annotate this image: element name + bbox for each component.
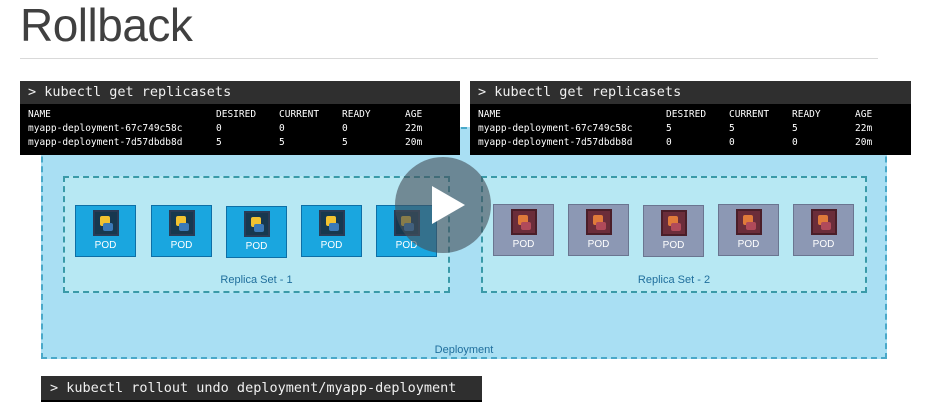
table-cell: 5 [216, 137, 222, 148]
column-header: CURRENT [279, 109, 320, 120]
pod-label: POD [170, 240, 193, 251]
pod: POD [718, 204, 779, 256]
table-row: myapp-deployment-7d57dbdb8d 5 5 5 20m [28, 136, 452, 150]
pod-label: POD [737, 239, 760, 250]
python-icon [586, 209, 612, 235]
python-icon [169, 210, 195, 236]
pod-label: POD [812, 239, 835, 250]
python-icon [319, 210, 345, 236]
table-header: NAME DESIRED CURRENT READY AGE [28, 108, 452, 122]
table-cell: 0 [792, 137, 798, 148]
pod: POD [226, 206, 287, 258]
table-header: NAME DESIRED CURRENT READY AGE [478, 108, 903, 122]
pod-label: POD [662, 240, 685, 251]
pod: POD [793, 204, 854, 256]
python-icon [244, 211, 270, 237]
table-cell: 22m [855, 123, 873, 134]
rollout-command-bar: > kubectl rollout undo deployment/myapp-… [41, 376, 482, 402]
python-icon [661, 210, 687, 236]
pod: POD [493, 204, 554, 256]
python-icon [93, 210, 119, 236]
column-header: AGE [405, 109, 423, 120]
table-cell: 5 [792, 123, 798, 134]
pod-label: POD [94, 240, 117, 251]
deployment-label: Deployment [434, 344, 494, 356]
column-header: DESIRED [216, 109, 257, 120]
pod: POD [643, 205, 704, 257]
pod: POD [301, 205, 362, 257]
table-cell: 0 [342, 123, 348, 134]
table-cell: 0 [666, 137, 672, 148]
table-cell: 5 [342, 137, 348, 148]
slide-title: Rollback [20, 0, 193, 51]
table-cell: 5 [729, 123, 735, 134]
column-header: DESIRED [666, 109, 707, 120]
terminal-right-command: > kubectl get replicasets [470, 81, 911, 104]
replica-set-1-label: Replica Set - 1 [220, 274, 293, 286]
python-icon [511, 209, 537, 235]
column-header: CURRENT [729, 109, 770, 120]
table-cell: myapp-deployment-67c749c58c [28, 123, 183, 134]
pod-label: POD [320, 240, 343, 251]
table-cell: 0 [729, 137, 735, 148]
replica-set-2-label: Replica Set - 2 [637, 274, 711, 286]
pod: POD [75, 205, 136, 257]
column-header: READY [342, 109, 371, 120]
table-cell: 5 [666, 123, 672, 134]
table-cell: 0 [216, 123, 222, 134]
table-cell: 5 [279, 137, 285, 148]
play-button[interactable] [395, 157, 491, 253]
table-row: myapp-deployment-67c749c58c 0 0 0 22m [28, 122, 452, 136]
table-cell: 20m [405, 137, 423, 148]
column-header: NAME [478, 109, 501, 120]
terminal-left-command: > kubectl get replicasets [20, 81, 460, 104]
column-header: NAME [28, 109, 51, 120]
table-cell: myapp-deployment-7d57dbdb8d [28, 137, 183, 148]
pod: POD [568, 204, 629, 256]
pod-label: POD [245, 241, 268, 252]
table-cell: 22m [405, 123, 423, 134]
title-divider [20, 58, 878, 59]
table-cell: 20m [855, 137, 873, 148]
python-icon [736, 209, 762, 235]
pod-label: POD [512, 239, 535, 250]
table-row: myapp-deployment-67c749c58c 5 5 5 22m [478, 122, 903, 136]
table-cell: myapp-deployment-7d57dbdb8d [478, 137, 633, 148]
table-row: myapp-deployment-7d57dbdb8d 0 0 0 20m [478, 136, 903, 150]
pod-label: POD [587, 239, 610, 250]
pod: POD [151, 205, 212, 257]
column-header: READY [792, 109, 821, 120]
terminal-left: > kubectl get replicasets NAME DESIRED C… [20, 81, 460, 155]
terminal-right: > kubectl get replicasets NAME DESIRED C… [470, 81, 911, 155]
table-cell: 0 [279, 123, 285, 134]
play-icon [432, 186, 465, 224]
python-icon [811, 209, 837, 235]
column-header: AGE [855, 109, 873, 120]
table-cell: myapp-deployment-67c749c58c [478, 123, 633, 134]
